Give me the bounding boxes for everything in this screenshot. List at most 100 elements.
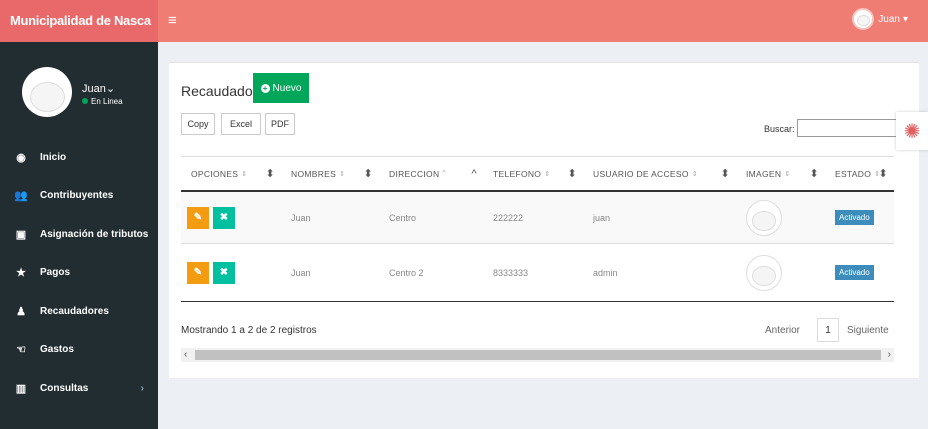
sort-icon: ⇕ (691, 170, 698, 178)
settings-gear-icon[interactable]: ✺ (896, 112, 928, 150)
new-button[interactable]: + Nuevo (253, 73, 309, 103)
sort-icon: ⬍ (720, 168, 730, 180)
pagination-page-1[interactable]: 1 (817, 318, 839, 342)
pdf-button[interactable]: PDF (265, 113, 295, 135)
excel-button[interactable]: Excel (221, 113, 261, 135)
menu-toggle-icon[interactable]: ≡ (168, 12, 177, 29)
cell-imagen (736, 244, 825, 301)
row-actions: ✎ ✖ (181, 192, 281, 243)
column-label: NOMBRES (291, 168, 337, 179)
column-label: IMAGEN (746, 168, 782, 179)
search-input[interactable] (797, 119, 897, 137)
cell-estado: Activado (825, 244, 894, 301)
edit-button[interactable]: ✎ (187, 206, 209, 229)
col-usuario[interactable]: USUARIO DE ACCESO ⇕ ⬍ (583, 157, 736, 190)
dashboard-icon: ◉ (16, 151, 26, 164)
sort-icon: ⇕ (339, 170, 346, 178)
cell-direccion: Centro 2 (389, 267, 424, 278)
recaudador-panel: Recaudador + Nuevo Copy Excel PDF Buscar:… (169, 62, 919, 378)
user-menu[interactable]: Juan ▾ (852, 8, 908, 30)
profile-name-toggle[interactable]: Juan⌄ (82, 82, 115, 95)
col-imagen[interactable]: IMAGEN ⇕ ⬍ (736, 157, 825, 190)
sort-icon: ⬍ (809, 168, 819, 180)
cell-estado: Activado (825, 192, 894, 243)
sidebar-item-label: Pagos (40, 267, 71, 279)
sidebar-item-contribuyentes[interactable]: 👥 Contribuyentes (0, 177, 158, 216)
chevron-down-icon: ▾ (902, 13, 908, 25)
cell-direccion: Centro (389, 212, 417, 223)
cell-telefono: 222222 (493, 212, 524, 223)
chart-icon: ▥ (15, 382, 27, 395)
table-row: ✎ ✖ Juan Centro 222222 juan Activado (181, 192, 894, 244)
sidebar-item-asignacion[interactable]: ▣ Asignación de tributos (0, 215, 158, 254)
sidebar-item-label: Consultas (40, 382, 89, 394)
col-telefono[interactable]: TELEFONO ⇕ ⬍ (483, 157, 583, 190)
top-navbar: Municipalidad de Nasca ≡ Juan ▾ (0, 0, 928, 42)
sort-icon: ⇕ (784, 170, 791, 178)
search-label: Buscar: (764, 124, 795, 134)
column-label: USUARIO DE ACCESO (593, 168, 689, 179)
delete-button[interactable]: ✖ (213, 206, 235, 229)
status-dot-icon (82, 98, 88, 104)
sidebar-item-gastos[interactable]: ☜ Gastos (0, 331, 158, 370)
col-opciones[interactable]: OPCIONES ⇕ ⬍ (181, 157, 281, 190)
app-brand[interactable]: Municipalidad de Nasca (0, 0, 158, 42)
delete-button[interactable]: ✖ (213, 261, 235, 284)
status-badge: Activado (835, 210, 874, 225)
col-direccion[interactable]: DIRECCION ^ ^ (379, 157, 483, 190)
sidebar-item-pagos[interactable]: ★ Pagos (0, 254, 158, 293)
profile-name: Juan (82, 83, 106, 95)
money-icon: ▣ (15, 228, 27, 241)
table-header: OPCIONES ⇕ ⬍ NOMBRES ⇕ ⬍ DIRECCION ^ ^ TELEFON… (181, 156, 894, 192)
plus-circle-icon: + (260, 83, 270, 93)
sidebar-item-label: Recaudadores (40, 305, 109, 317)
column-label: OPCIONES (191, 168, 239, 179)
column-label: ESTADO (835, 168, 872, 179)
sidebar-item-label: Inicio (40, 151, 67, 163)
cell-nombres: Juan (291, 267, 311, 278)
sort-icon: ^ (442, 170, 446, 177)
cell-usuario: juan (593, 212, 611, 223)
col-nombres[interactable]: NOMBRES ⇕ ⬍ (281, 157, 379, 190)
horizontal-scrollbar[interactable]: ‹ › (181, 348, 894, 362)
status-text: En Linea (91, 97, 123, 106)
cell-imagen (736, 192, 825, 243)
online-status: En Linea (82, 97, 123, 106)
sidebar-item-consultas[interactable]: ▥ Consultas › (0, 369, 158, 408)
sort-asc-icon: ^ (471, 167, 477, 180)
avatar (852, 8, 875, 30)
cell-telefono: 8333333 (493, 267, 529, 278)
star-icon: ★ (16, 267, 26, 280)
sidebar-item-inicio[interactable]: ◉ Inicio (0, 138, 158, 177)
scrollbar-thumb[interactable] (195, 350, 881, 360)
chevron-right-icon: › (140, 382, 144, 394)
copy-button[interactable]: Copy (181, 113, 215, 135)
sort-icon: ⇕ (544, 170, 551, 178)
column-label: TELEFONO (493, 168, 542, 179)
table-info: Mostrando 1 a 2 de 2 registros (181, 325, 317, 336)
user-icon: ♟ (16, 305, 26, 318)
edit-button[interactable]: ✎ (187, 261, 209, 284)
sidebar-item-recaudadores[interactable]: ♟ Recaudadores (0, 292, 158, 331)
pagination-next[interactable]: Siguiente (847, 318, 889, 342)
sidebar-item-label: Asignación de tributos (40, 228, 149, 240)
sort-icon: ⬍ (265, 168, 275, 180)
scroll-left-icon[interactable]: ‹ (184, 348, 187, 362)
sidebar: Juan⌄ En Linea ◉ Inicio 👥 Contribuyentes ▣… (0, 42, 158, 429)
sort-icon: ⬍ (567, 168, 577, 180)
user-panel: Juan⌄ En Linea (0, 42, 158, 138)
sidebar-item-label: Gastos (40, 344, 74, 356)
column-label: DIRECCION (389, 168, 440, 179)
new-button-label: Nuevo (272, 82, 302, 94)
users-icon: 👥 (14, 190, 28, 203)
avatar (746, 254, 782, 291)
avatar (22, 67, 72, 117)
table-row: ✎ ✖ Juan Centro 2 8333333 admin Activado (181, 244, 894, 302)
hand-icon: ☜ (16, 344, 26, 357)
scroll-right-icon[interactable]: › (888, 348, 891, 362)
status-badge: Activado (835, 265, 874, 280)
col-estado[interactable]: ESTADO ⇕ ⬍ (825, 157, 894, 190)
sort-icon: ⬍ (363, 168, 373, 180)
pagination-prev[interactable]: Anterior (765, 318, 800, 342)
page-title: Recaudador (181, 83, 258, 99)
